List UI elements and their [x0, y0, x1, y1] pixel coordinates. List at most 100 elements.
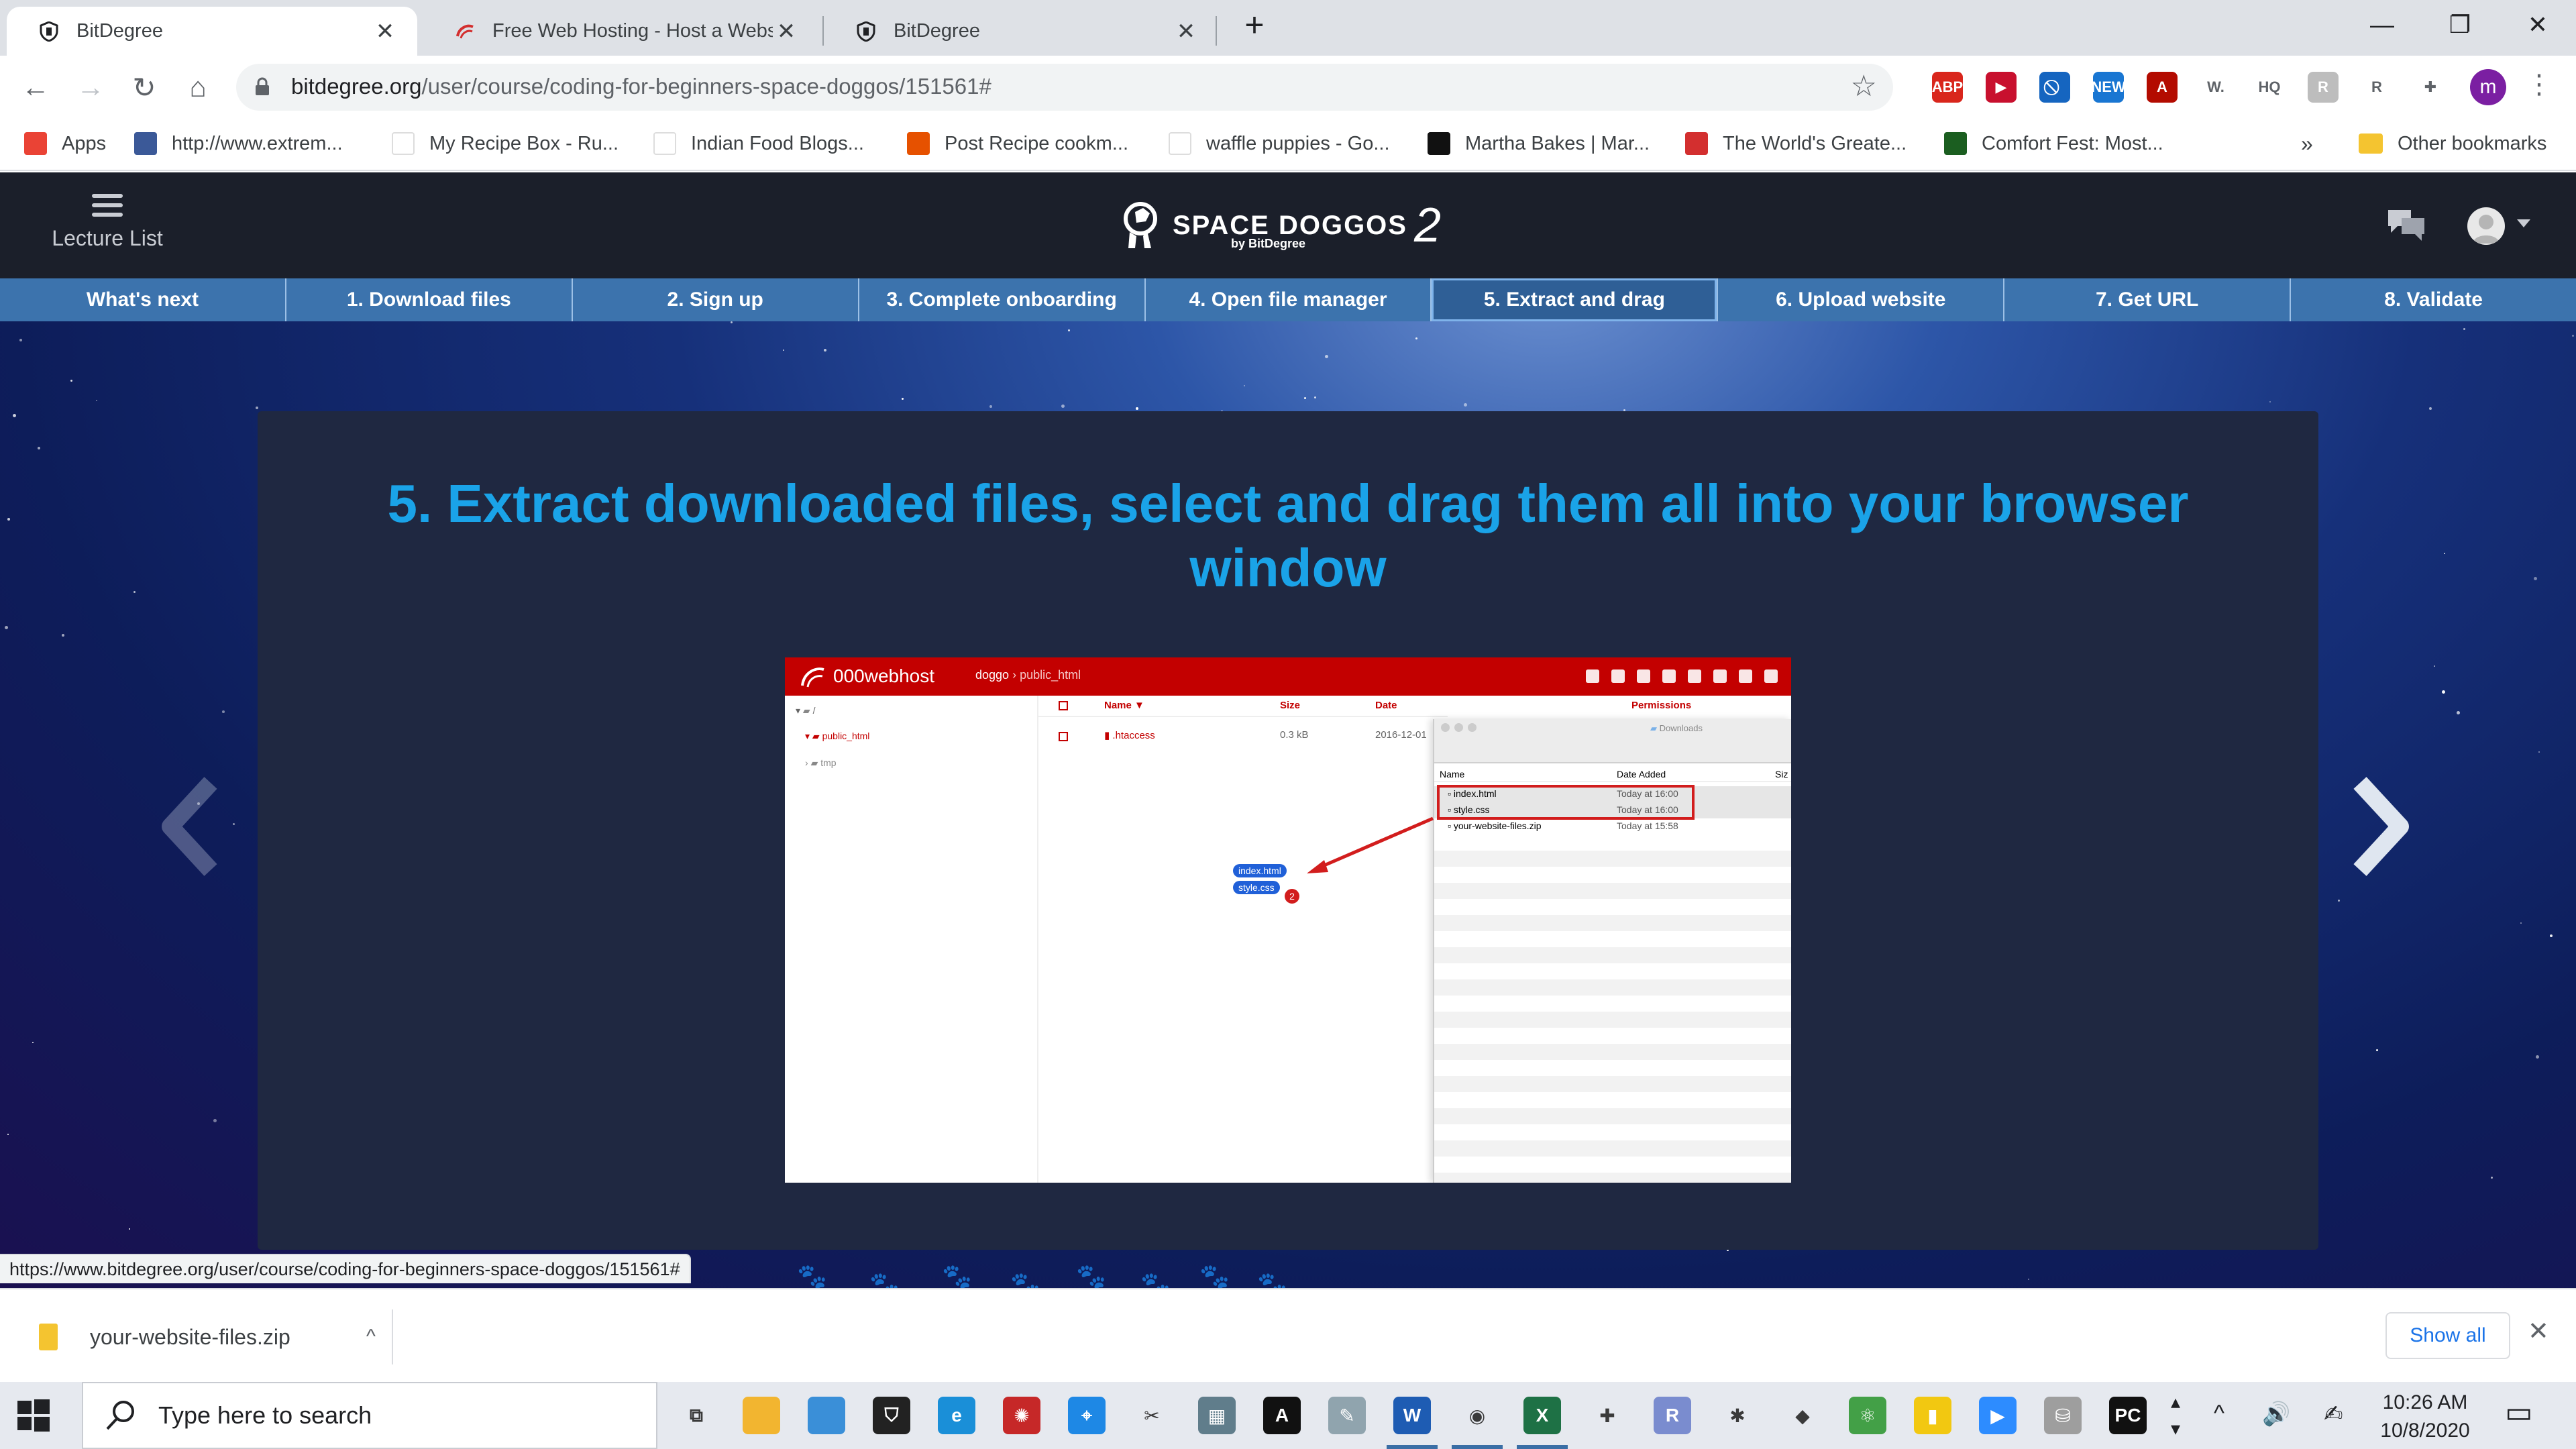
zoom-icon[interactable]: ▶ [1979, 1397, 2017, 1434]
bookmark-item[interactable]: waffle puppies - Go... [1169, 128, 1390, 159]
download-item[interactable]: your-website-files.zip ^ [24, 1309, 393, 1364]
profile-avatar[interactable]: m [2470, 69, 2506, 105]
task-view-icon[interactable]: ⧉ [678, 1397, 715, 1434]
close-download-shelf-icon[interactable]: ✕ [2528, 1316, 2549, 1346]
maximize-button[interactable]: ❐ [2423, 7, 2497, 43]
snip-icon[interactable]: ✂ [1133, 1397, 1171, 1434]
upload-file-icon [1586, 669, 1599, 683]
atom-icon[interactable]: ⚛ [1849, 1397, 1886, 1434]
finder-empty-row [1434, 1157, 1791, 1173]
close-tab-icon[interactable]: ✕ [1173, 18, 1199, 45]
word-icon[interactable]: W [1393, 1397, 1431, 1434]
step-tab[interactable]: What's next [0, 278, 286, 321]
previous-step-arrow-icon[interactable] [157, 776, 224, 877]
bookmark-item[interactable]: Post Recipe cookm... [907, 128, 1128, 159]
readlater-icon[interactable]: ▶ [1986, 72, 2017, 103]
bookmark-item[interactable]: Martha Bakes | Mar... [1428, 128, 1650, 159]
step-tab[interactable]: 3. Complete onboarding [859, 278, 1146, 321]
address-bar[interactable]: bitdegree.org/user/course/coding-for-beg… [236, 64, 1893, 111]
safari-icon[interactable]: ⌖ [1068, 1397, 1106, 1434]
bookmark-item[interactable]: Apps [24, 128, 106, 159]
download-options-caret-icon[interactable]: ^ [366, 1326, 376, 1348]
minimize-button[interactable]: — [2345, 7, 2419, 43]
r-gray-icon[interactable]: R [2308, 72, 2339, 103]
lecture-list-button[interactable]: Lecture List [40, 193, 174, 266]
volume-icon[interactable]: 🔊 [2262, 1401, 2290, 1428]
chrome-icon[interactable]: ◉ [1458, 1397, 1496, 1434]
bookmark-star-icon[interactable]: ☆ [1851, 69, 1877, 103]
star [7, 518, 10, 521]
tray-overflow-icon[interactable]: ^ [2214, 1401, 2224, 1427]
puzzle-icon[interactable]: ✚ [2415, 72, 2446, 103]
tab-bitdegree-2[interactable]: BitDegree ✕ [824, 7, 1218, 56]
bookmark-item[interactable]: The World's Greate... [1685, 128, 1907, 159]
search-icon [106, 1401, 134, 1430]
database-icon[interactable]: ⛁ [2044, 1397, 2082, 1434]
step-tab[interactable]: 8. Validate [2291, 278, 2576, 321]
step-tab[interactable]: 1. Download files [286, 278, 573, 321]
bookmarks-overflow-button[interactable]: » [2301, 128, 2313, 159]
step-tab[interactable]: 2. Sign up [572, 278, 859, 321]
vscode-ext-icon[interactable]: ✚ [1589, 1397, 1626, 1434]
acrobat-task-icon[interactable]: A [1263, 1397, 1301, 1434]
webhost-folder-tree: ▾ ▰ / ▾ ▰ public_html › ▰ tmp [785, 696, 1038, 1183]
bookmark-item[interactable]: http://www.extrem... [134, 128, 343, 159]
block-icon[interactable]: ⃠ [2039, 72, 2070, 103]
forward-button[interactable]: → [70, 66, 111, 108]
tab-bitdegree-active[interactable]: BitDegree ✕ [7, 7, 417, 56]
bookmark-item[interactable]: Comfort Fest: Most... [1944, 128, 2163, 159]
abp-icon[interactable]: ABP [1932, 72, 1963, 103]
git-icon[interactable]: ◆ [1784, 1397, 1821, 1434]
tab-free-web-hosting[interactable]: Free Web Hosting - Host a Website ✕ [423, 7, 818, 56]
app-red-icon[interactable]: ✺ [1003, 1397, 1040, 1434]
show-all-downloads-button[interactable]: Show all [2385, 1312, 2510, 1359]
close-tab-icon[interactable]: ✕ [773, 18, 800, 45]
acrobat-icon[interactable]: A [2147, 72, 2178, 103]
finder-empty-row [1434, 963, 1791, 979]
file-explorer-icon[interactable] [743, 1397, 780, 1434]
slack-icon[interactable]: ✱ [1719, 1397, 1756, 1434]
pycharm-icon[interactable]: PC [2109, 1397, 2147, 1434]
new-ext-icon[interactable]: NEW [2091, 72, 2126, 103]
notifications-icon[interactable]: ▭ [2505, 1395, 2533, 1430]
close-window-button[interactable]: ✕ [2501, 7, 2575, 43]
step-tab[interactable]: 4. Open file manager [1145, 278, 1432, 321]
bookmark-item[interactable]: My Recipe Box - Ru... [392, 128, 619, 159]
chrome-menu-icon[interactable]: ⋮ [2524, 69, 2555, 100]
chat-icon[interactable] [2385, 206, 2427, 244]
step-tab[interactable]: 7. Get URL [2004, 278, 2292, 321]
step-tab[interactable]: 5. Extract and drag [1432, 278, 1719, 321]
bookmark-label: Comfort Fest: Most... [1982, 132, 2163, 154]
user-avatar[interactable] [2467, 207, 2505, 245]
close-tab-icon[interactable]: ✕ [372, 18, 398, 45]
pen-workspace-icon[interactable]: ✍ [2324, 1401, 2343, 1428]
step-tab[interactable]: 6. Upload website [1718, 278, 2005, 321]
bookmark-item[interactable]: Indian Food Blogs... [653, 128, 864, 159]
finder-empty-row [1434, 1124, 1791, 1140]
taskbar-clock[interactable]: 10:26 AM 10/8/2020 [2375, 1389, 2475, 1445]
next-step-arrow-icon[interactable] [2347, 776, 2414, 877]
r-purple-icon[interactable]: R [2361, 72, 2392, 103]
excel-icon[interactable]: X [1523, 1397, 1561, 1434]
edge-icon[interactable]: e [938, 1397, 975, 1434]
photos-icon[interactable] [808, 1397, 845, 1434]
taskbar-scroll-arrows-icon[interactable]: ▴ ▾ [2171, 1389, 2180, 1442]
calculator-icon[interactable]: ▦ [1198, 1397, 1236, 1434]
account-dropdown-caret-icon[interactable] [2517, 219, 2530, 227]
powerbi-icon[interactable]: ▮ [1914, 1397, 1951, 1434]
cloudhq-icon[interactable]: HQ [2254, 72, 2285, 103]
new-tab-button[interactable]: + [1218, 6, 1291, 44]
webhost-toolbar-icons [1586, 669, 1778, 683]
w-ext-icon[interactable]: W. [2200, 72, 2231, 103]
back-button[interactable]: ← [15, 66, 56, 108]
pen-app-icon[interactable]: ✎ [1328, 1397, 1366, 1434]
windows-start-icon[interactable] [15, 1397, 52, 1434]
home-button[interactable]: ⌂ [177, 66, 219, 108]
r-app-icon[interactable]: R [1654, 1397, 1691, 1434]
star [133, 591, 136, 593]
taskbar-search-box[interactable]: Type here to search [82, 1382, 657, 1449]
space-doggos-logo[interactable]: SPACE DOGGOS 2 by BitDegree [1120, 195, 1441, 256]
store-icon[interactable]: ⛉ [873, 1397, 910, 1434]
reload-button[interactable]: ↻ [123, 66, 165, 108]
other-bookmarks[interactable]: Other bookmarks [2359, 128, 2546, 159]
